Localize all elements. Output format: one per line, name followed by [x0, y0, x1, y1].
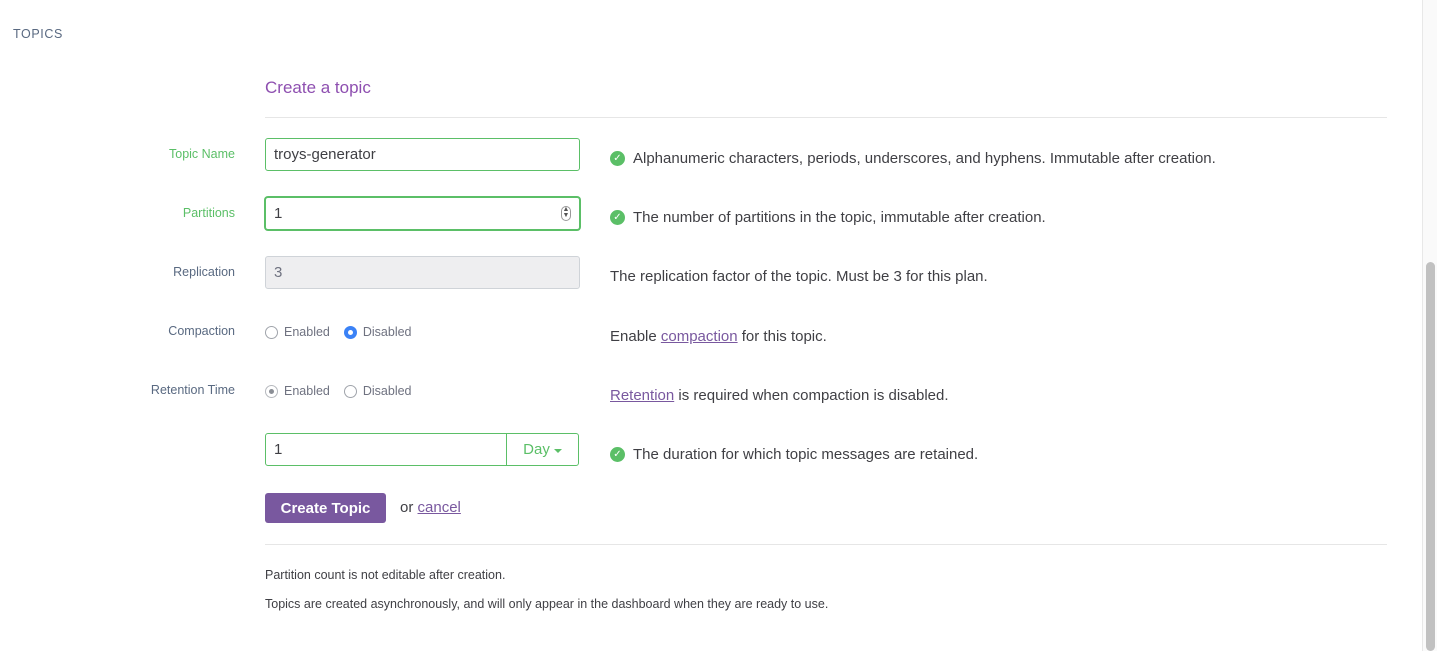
- retention-duration-help: ✓ The duration for which topic messages …: [610, 446, 978, 463]
- retention-enabled-radio[interactable]: [265, 384, 278, 398]
- retention-duration-value: 1: [274, 441, 283, 458]
- compaction-enabled-label[interactable]: Enabled: [284, 325, 330, 339]
- create-topic-button[interactable]: Create Topic: [265, 493, 386, 523]
- compaction-link[interactable]: compaction: [661, 328, 738, 345]
- number-spinner-icon[interactable]: ▲ ▼: [561, 206, 571, 221]
- compaction-label: Compaction: [168, 324, 235, 338]
- replication-value: 3: [274, 264, 283, 281]
- partitions-input[interactable]: 1 ▲ ▼: [265, 197, 580, 230]
- compaction-help-suffix: for this topic.: [737, 328, 827, 345]
- retention-disabled-label[interactable]: Disabled: [363, 384, 412, 398]
- retention-help-suffix: is required when compaction is disabled.: [674, 387, 949, 404]
- topic-name-value: troys-generator: [274, 146, 376, 163]
- retention-duration-input[interactable]: 1: [266, 434, 506, 465]
- partitions-help-text: The number of partitions in the topic, i…: [633, 209, 1046, 226]
- compaction-help-prefix: Enable: [610, 328, 661, 345]
- vertical-scrollbar[interactable]: [1422, 0, 1437, 651]
- check-circle-icon: ✓: [610, 447, 625, 462]
- replication-help-text: The replication factor of the topic. Mus…: [610, 268, 988, 285]
- topic-name-input[interactable]: troys-generator: [265, 138, 580, 171]
- retention-duration-help-text: The duration for which topic messages ar…: [633, 446, 979, 463]
- scrollbar-thumb[interactable]: [1426, 262, 1435, 651]
- retention-radio-group: Enabled Disabled: [265, 384, 426, 398]
- check-circle-icon: ✓: [610, 210, 625, 225]
- compaction-radio-group: Enabled Disabled: [265, 325, 426, 339]
- compaction-help: Enable compaction for this topic.: [610, 328, 827, 345]
- partitions-label: Partitions: [182, 206, 235, 220]
- partitions-help: ✓ The number of partitions in the topic,…: [610, 209, 1046, 226]
- compaction-disabled-radio[interactable]: [343, 325, 357, 339]
- caret-down-icon: [553, 448, 562, 453]
- retention-help: Retention is required when compaction is…: [610, 387, 949, 404]
- retention-enabled-label[interactable]: Enabled: [284, 384, 330, 398]
- cancel-area: or cancel: [400, 499, 461, 516]
- retention-duration-field: 1 Day: [265, 433, 579, 466]
- retention-unit-dropdown[interactable]: Day: [506, 434, 578, 465]
- partitions-value: 1: [274, 205, 283, 222]
- form-title: Create a topic: [265, 78, 371, 97]
- divider-bottom: [265, 544, 1387, 545]
- cancel-link[interactable]: cancel: [418, 499, 461, 516]
- topic-name-label: Topic Name: [169, 147, 235, 161]
- divider-top: [265, 117, 1387, 118]
- topic-name-help-text: Alphanumeric characters, periods, unders…: [633, 150, 1216, 167]
- compaction-disabled-label[interactable]: Disabled: [363, 325, 412, 339]
- or-text: or: [400, 499, 418, 516]
- replication-label: Replication: [173, 265, 235, 279]
- retention-disabled-radio[interactable]: [343, 384, 357, 398]
- replication-help: The replication factor of the topic. Mus…: [610, 268, 988, 285]
- note-async-creation: Topics are created asynchronously, and w…: [265, 597, 829, 611]
- retention-label: Retention Time: [150, 383, 235, 397]
- topic-name-help: ✓ Alphanumeric characters, periods, unde…: [610, 150, 1216, 167]
- compaction-enabled-radio[interactable]: [265, 325, 278, 339]
- note-partition-count: Partition count is not editable after cr…: [265, 568, 506, 582]
- retention-link[interactable]: Retention: [610, 387, 674, 404]
- replication-input: 3: [265, 256, 580, 289]
- check-circle-icon: ✓: [610, 151, 625, 166]
- retention-unit-label: Day: [523, 441, 550, 458]
- section-label: TOPICS: [13, 27, 63, 41]
